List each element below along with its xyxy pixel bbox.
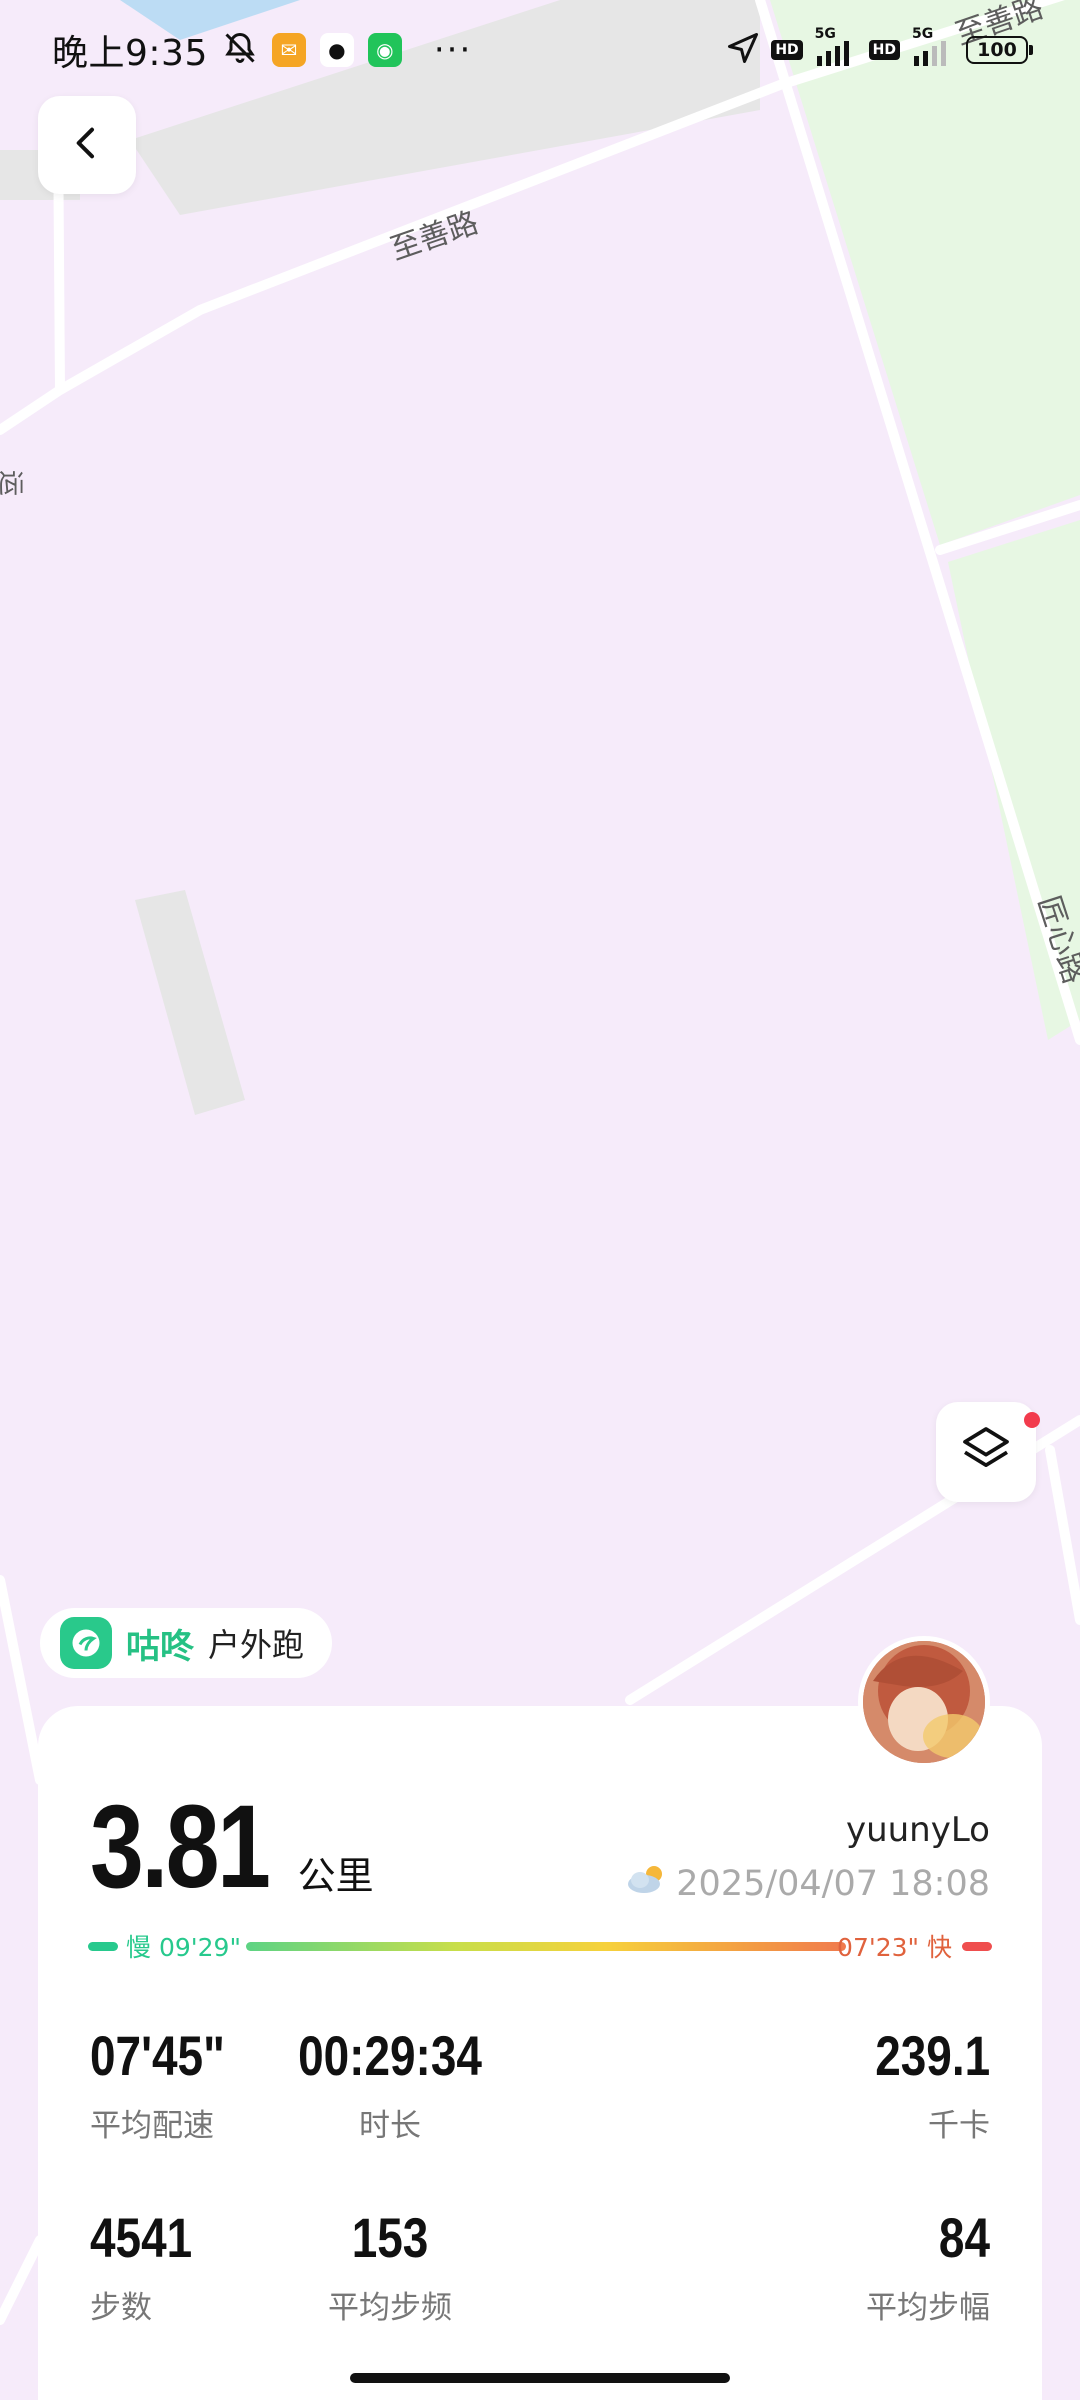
brand-name: 咕咚: [126, 1626, 194, 1667]
partly-cloudy-icon: [624, 1862, 668, 1905]
chevron-left-icon: [67, 123, 107, 167]
distance-unit: 公里: [297, 1854, 374, 1898]
pace-slow-label: 慢 09'29": [126, 1933, 241, 1962]
pace-range-bar: 慢 09'29" 07'23" 快: [88, 1926, 992, 1966]
run-summary-card: 3.81 公里 yuunyLo 2025/04/07 18:08 慢 09'29…: [38, 1706, 1042, 2400]
stat-average-pace: 07'45" 平均配速: [90, 2024, 225, 2145]
bell-off-icon: [222, 30, 258, 70]
codoon-logo-icon: [60, 1617, 112, 1669]
status-bar: 晚上9:35 ✉ ● ◉ ··· HD 5G HD 5G 100: [0, 0, 1080, 100]
wechat-app-icon: ◉: [367, 33, 402, 67]
pace-gradient: [246, 1942, 846, 1951]
app-brand-chip: 咕咚 户外跑: [40, 1608, 333, 1678]
map-layers-button[interactable]: [936, 1402, 1040, 1502]
date-row: 2025/04/07 18:08: [624, 1862, 990, 1905]
distance-value: 3.81: [90, 1781, 271, 1913]
activity-type: 户外跑: [208, 1626, 305, 1664]
location-arrow-icon: [725, 30, 761, 70]
stat-cadence: 153 平均步频: [328, 2206, 452, 2327]
stat-calories: 239.1 千卡: [875, 2024, 990, 2145]
pace-fast-label: 07'23" 快: [837, 1933, 952, 1962]
distance-display: 3.81 公里: [90, 1788, 374, 1906]
status-time: 晚上9:35: [52, 33, 208, 74]
stat-steps: 4541 步数: [90, 2206, 193, 2327]
mail-app-icon: ✉: [271, 33, 306, 67]
hd-badge: HD: [868, 40, 900, 60]
stat-duration: 00:29:34 时长: [298, 2024, 482, 2145]
back-button[interactable]: [38, 96, 136, 194]
signal-icon: 5G: [910, 26, 956, 68]
battery-icon: 100: [966, 36, 1033, 64]
notification-dot: [1024, 1412, 1040, 1428]
signal-icon: 5G: [813, 26, 859, 68]
activity-datetime: 2025/04/07 18:08: [676, 1863, 990, 1904]
home-indicator[interactable]: [350, 2373, 730, 2383]
more-notifications-icon: ···: [433, 30, 473, 70]
stat-stride: 84 平均步幅: [866, 2206, 990, 2327]
hd-badge: HD: [771, 40, 803, 60]
road-label: 运: [0, 470, 25, 496]
avatar[interactable]: [858, 1636, 990, 1768]
qq-app-icon: ●: [319, 33, 354, 67]
layers-icon: [958, 1422, 1014, 1482]
username: yuunyLo: [845, 1810, 990, 1850]
